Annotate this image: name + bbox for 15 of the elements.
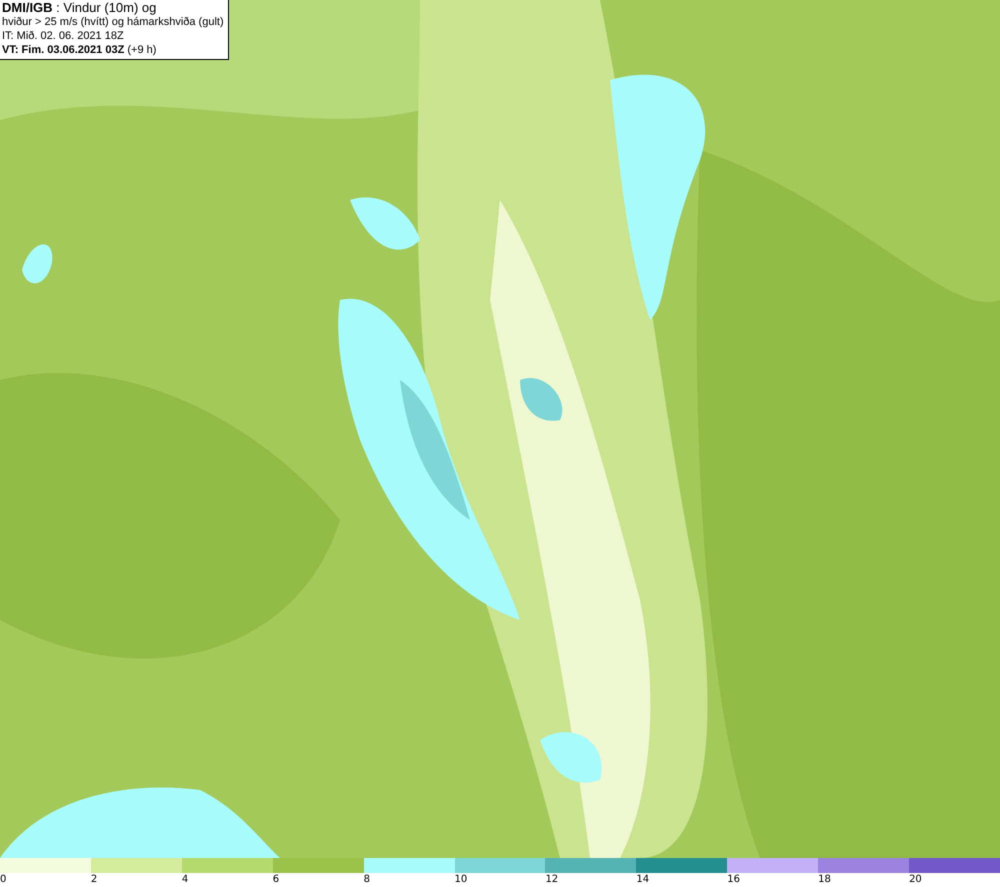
legend-label: 18 xyxy=(818,874,831,885)
legend-label: 12 xyxy=(545,874,558,885)
legend-label: 20 xyxy=(909,874,922,885)
legend-label: 14 xyxy=(636,874,650,885)
legend-label: 16 xyxy=(727,874,740,885)
legend-label: 2 xyxy=(90,874,98,885)
legend-label: 6 xyxy=(272,874,280,885)
legend-label: 8 xyxy=(364,874,370,885)
legend-label: 0 xyxy=(0,874,6,885)
legend-label: 4 xyxy=(182,874,188,885)
header-text: VT: Fim. 03.06.2021 03Z (+9 h) xyxy=(2,43,158,57)
legend-label: 10 xyxy=(454,874,468,885)
header-text: IT: Mið. 02. 06. 2021 18Z xyxy=(2,29,125,43)
header-text: DMI/IGB : Vindur (10m) og xyxy=(2,1,158,15)
header-text: hviður > 25 m/s (hvítt) og hámarkshviða (gult) xyxy=(2,15,224,29)
